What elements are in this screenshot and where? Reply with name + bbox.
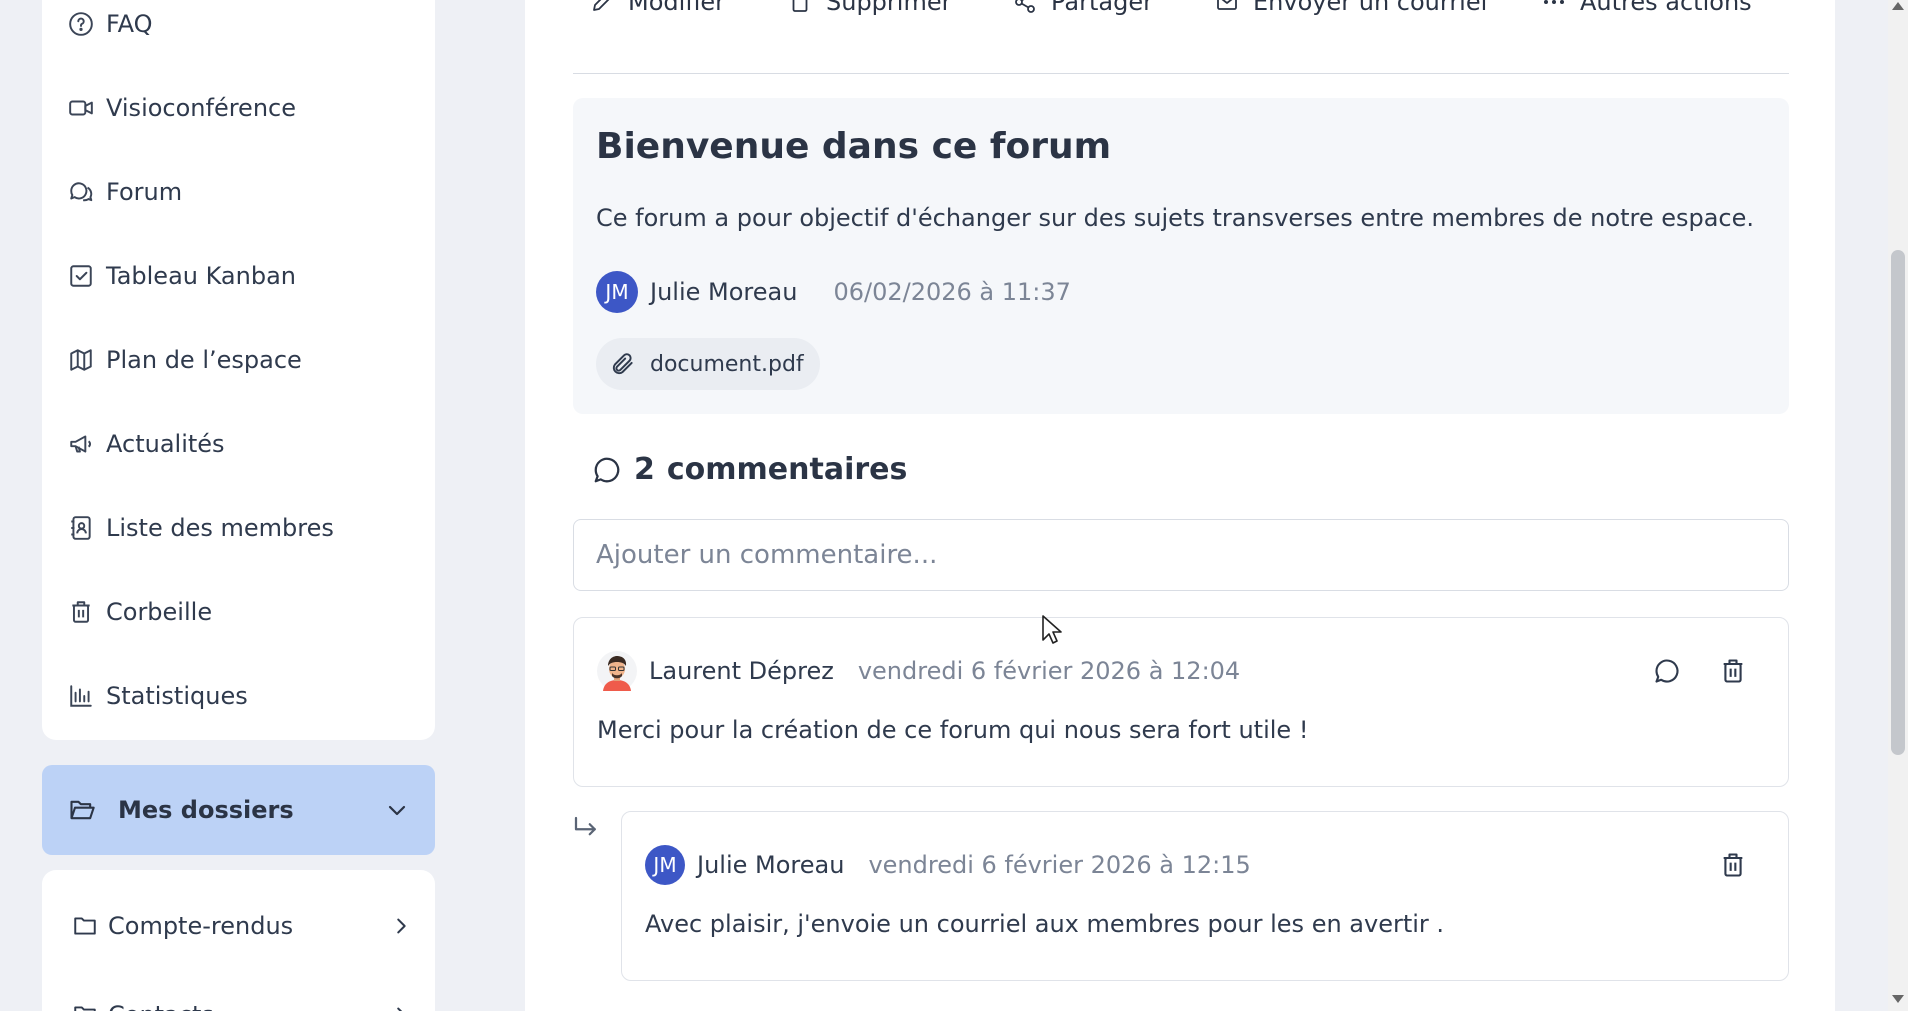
trash-icon bbox=[68, 599, 94, 625]
sidebar-item-actualites[interactable]: Actualités bbox=[68, 424, 225, 464]
sidebar-item-faq[interactable]: FAQ bbox=[68, 4, 153, 44]
scroll-up-icon[interactable] bbox=[1892, 2, 1904, 10]
sidebar-item-label: Tableau Kanban bbox=[106, 262, 296, 290]
sidebar-item-label: Actualités bbox=[106, 430, 225, 458]
contact-book-icon bbox=[68, 515, 94, 541]
folder-label: Contacts bbox=[108, 1001, 214, 1011]
main-content: Modifier Supprimer Partager Envoyer un c… bbox=[525, 0, 1835, 1011]
sidebar-item-label: Plan de l’espace bbox=[106, 346, 302, 374]
comment-input[interactable] bbox=[573, 519, 1789, 591]
more-actions-button[interactable]: Autres actions bbox=[1542, 0, 1752, 16]
scroll-down-icon[interactable] bbox=[1892, 995, 1904, 1003]
attachment-chip[interactable]: document.pdf bbox=[596, 338, 820, 390]
folder-label: Compte-rendus bbox=[108, 912, 294, 940]
sidebar-item-forum[interactable]: Forum bbox=[68, 172, 182, 212]
sidebar-item-plan[interactable]: Plan de l’espace bbox=[68, 340, 302, 380]
sidebar-item-label: Visioconférence bbox=[106, 94, 296, 122]
share-button[interactable]: Partager bbox=[1013, 0, 1153, 16]
sidebar-item-label: Statistiques bbox=[106, 682, 248, 710]
folder-contacts[interactable]: Contacts bbox=[72, 995, 412, 1011]
scrollbar-thumb[interactable] bbox=[1891, 250, 1905, 755]
post-title: Bienvenue dans ce forum bbox=[596, 126, 1112, 167]
chevron-down-icon bbox=[385, 798, 409, 822]
edit-button[interactable]: Modifier bbox=[590, 0, 725, 16]
toolbar-divider bbox=[573, 73, 1789, 74]
comment-meta: JM Julie Moreau vendredi 6 février 2026 … bbox=[645, 844, 1251, 886]
delete-button[interactable]: Supprimer bbox=[788, 0, 951, 16]
edit-label: Modifier bbox=[628, 0, 726, 16]
mouse-cursor-icon bbox=[1041, 614, 1063, 646]
comment-author: Julie Moreau bbox=[697, 851, 845, 879]
attachment-name: document.pdf bbox=[650, 351, 804, 377]
sidebar-item-visioconference[interactable]: Visioconférence bbox=[68, 88, 296, 128]
avatar bbox=[597, 651, 637, 691]
reply-icon[interactable] bbox=[1653, 657, 1681, 685]
trash-icon bbox=[788, 0, 812, 14]
chevron-right-icon bbox=[390, 915, 412, 937]
trash-icon[interactable] bbox=[1719, 657, 1747, 685]
avatar: JM bbox=[645, 845, 685, 885]
video-icon bbox=[68, 95, 94, 121]
sidebar-item-label: Liste des membres bbox=[106, 514, 334, 542]
avatar: JM bbox=[596, 271, 638, 313]
envelope-icon bbox=[1215, 0, 1239, 14]
comment-text: Avec plaisir, j'envoie un courriel aux m… bbox=[645, 910, 1445, 938]
sidebar-item-kanban[interactable]: Tableau Kanban bbox=[68, 256, 296, 296]
folders-list: Compte-rendus Contacts bbox=[42, 870, 435, 1011]
sidebar-item-label: FAQ bbox=[106, 10, 153, 38]
chevron-right-icon bbox=[390, 1004, 412, 1011]
comment-author: Laurent Déprez bbox=[649, 657, 834, 685]
post-datetime: 06/02/2026 à 11:37 bbox=[833, 278, 1071, 306]
share-label: Partager bbox=[1051, 0, 1153, 16]
folder-icon bbox=[72, 913, 98, 939]
my-folders-label: Mes dossiers bbox=[118, 796, 294, 824]
check-square-icon bbox=[68, 263, 94, 289]
sidebar-item-membres[interactable]: Liste des membres bbox=[68, 508, 334, 548]
share-icon bbox=[1013, 0, 1037, 14]
send-email-label: Envoyer un courriel bbox=[1253, 0, 1488, 16]
comment-datetime: vendredi 6 février 2026 à 12:15 bbox=[868, 851, 1251, 879]
megaphone-icon bbox=[68, 431, 94, 457]
sidebar-item-statistiques[interactable]: Statistiques bbox=[68, 676, 248, 716]
chat-bubbles-icon bbox=[68, 179, 94, 205]
comment-item: Laurent Déprez vendredi 6 février 2026 à… bbox=[573, 617, 1789, 787]
reply-arrow-icon bbox=[571, 813, 601, 843]
post-body: Ce forum a pour objectif d'échanger sur … bbox=[596, 204, 1755, 232]
help-circle-icon bbox=[68, 11, 94, 37]
comment-meta: Laurent Déprez vendredi 6 février 2026 à… bbox=[597, 650, 1240, 692]
sidebar-item-label: Corbeille bbox=[106, 598, 213, 626]
trash-icon[interactable] bbox=[1719, 851, 1747, 879]
sidebar-item-label: Forum bbox=[106, 178, 183, 206]
bar-chart-icon bbox=[68, 683, 94, 709]
sidebar-item-corbeille[interactable]: Corbeille bbox=[68, 592, 212, 632]
comments-count: 2 bbox=[634, 452, 655, 487]
post-meta: JM Julie Moreau 06/02/2026 à 11:37 bbox=[596, 271, 1071, 313]
chat-bubble-icon bbox=[592, 455, 622, 485]
paperclip-icon bbox=[610, 351, 636, 377]
folder-open-icon bbox=[68, 796, 96, 824]
post-author: Julie Moreau bbox=[650, 278, 798, 306]
comment-datetime: vendredi 6 février 2026 à 12:04 bbox=[857, 657, 1241, 685]
forum-post: Bienvenue dans ce forum Ce forum a pour … bbox=[573, 98, 1789, 414]
comments-heading-label: commentaires bbox=[666, 452, 908, 487]
folder-compte-rendus[interactable]: Compte-rendus bbox=[72, 906, 412, 946]
more-horizontal-icon bbox=[1542, 0, 1566, 14]
sidebar: FAQ Visioconférence Forum Tableau Kanban… bbox=[42, 0, 435, 740]
more-actions-label: Autres actions bbox=[1580, 0, 1752, 16]
comment-item: JM Julie Moreau vendredi 6 février 2026 … bbox=[621, 811, 1789, 981]
comment-text: Merci pour la création de ce forum qui n… bbox=[597, 716, 1309, 744]
map-icon bbox=[68, 347, 94, 373]
comments-heading: 2 commentaires bbox=[592, 452, 907, 487]
send-email-button[interactable]: Envoyer un courriel bbox=[1215, 0, 1487, 16]
folder-icon bbox=[72, 1002, 98, 1011]
my-folders-toggle[interactable]: Mes dossiers bbox=[42, 765, 435, 855]
delete-label: Supprimer bbox=[826, 0, 952, 16]
pencil-icon bbox=[590, 0, 614, 14]
